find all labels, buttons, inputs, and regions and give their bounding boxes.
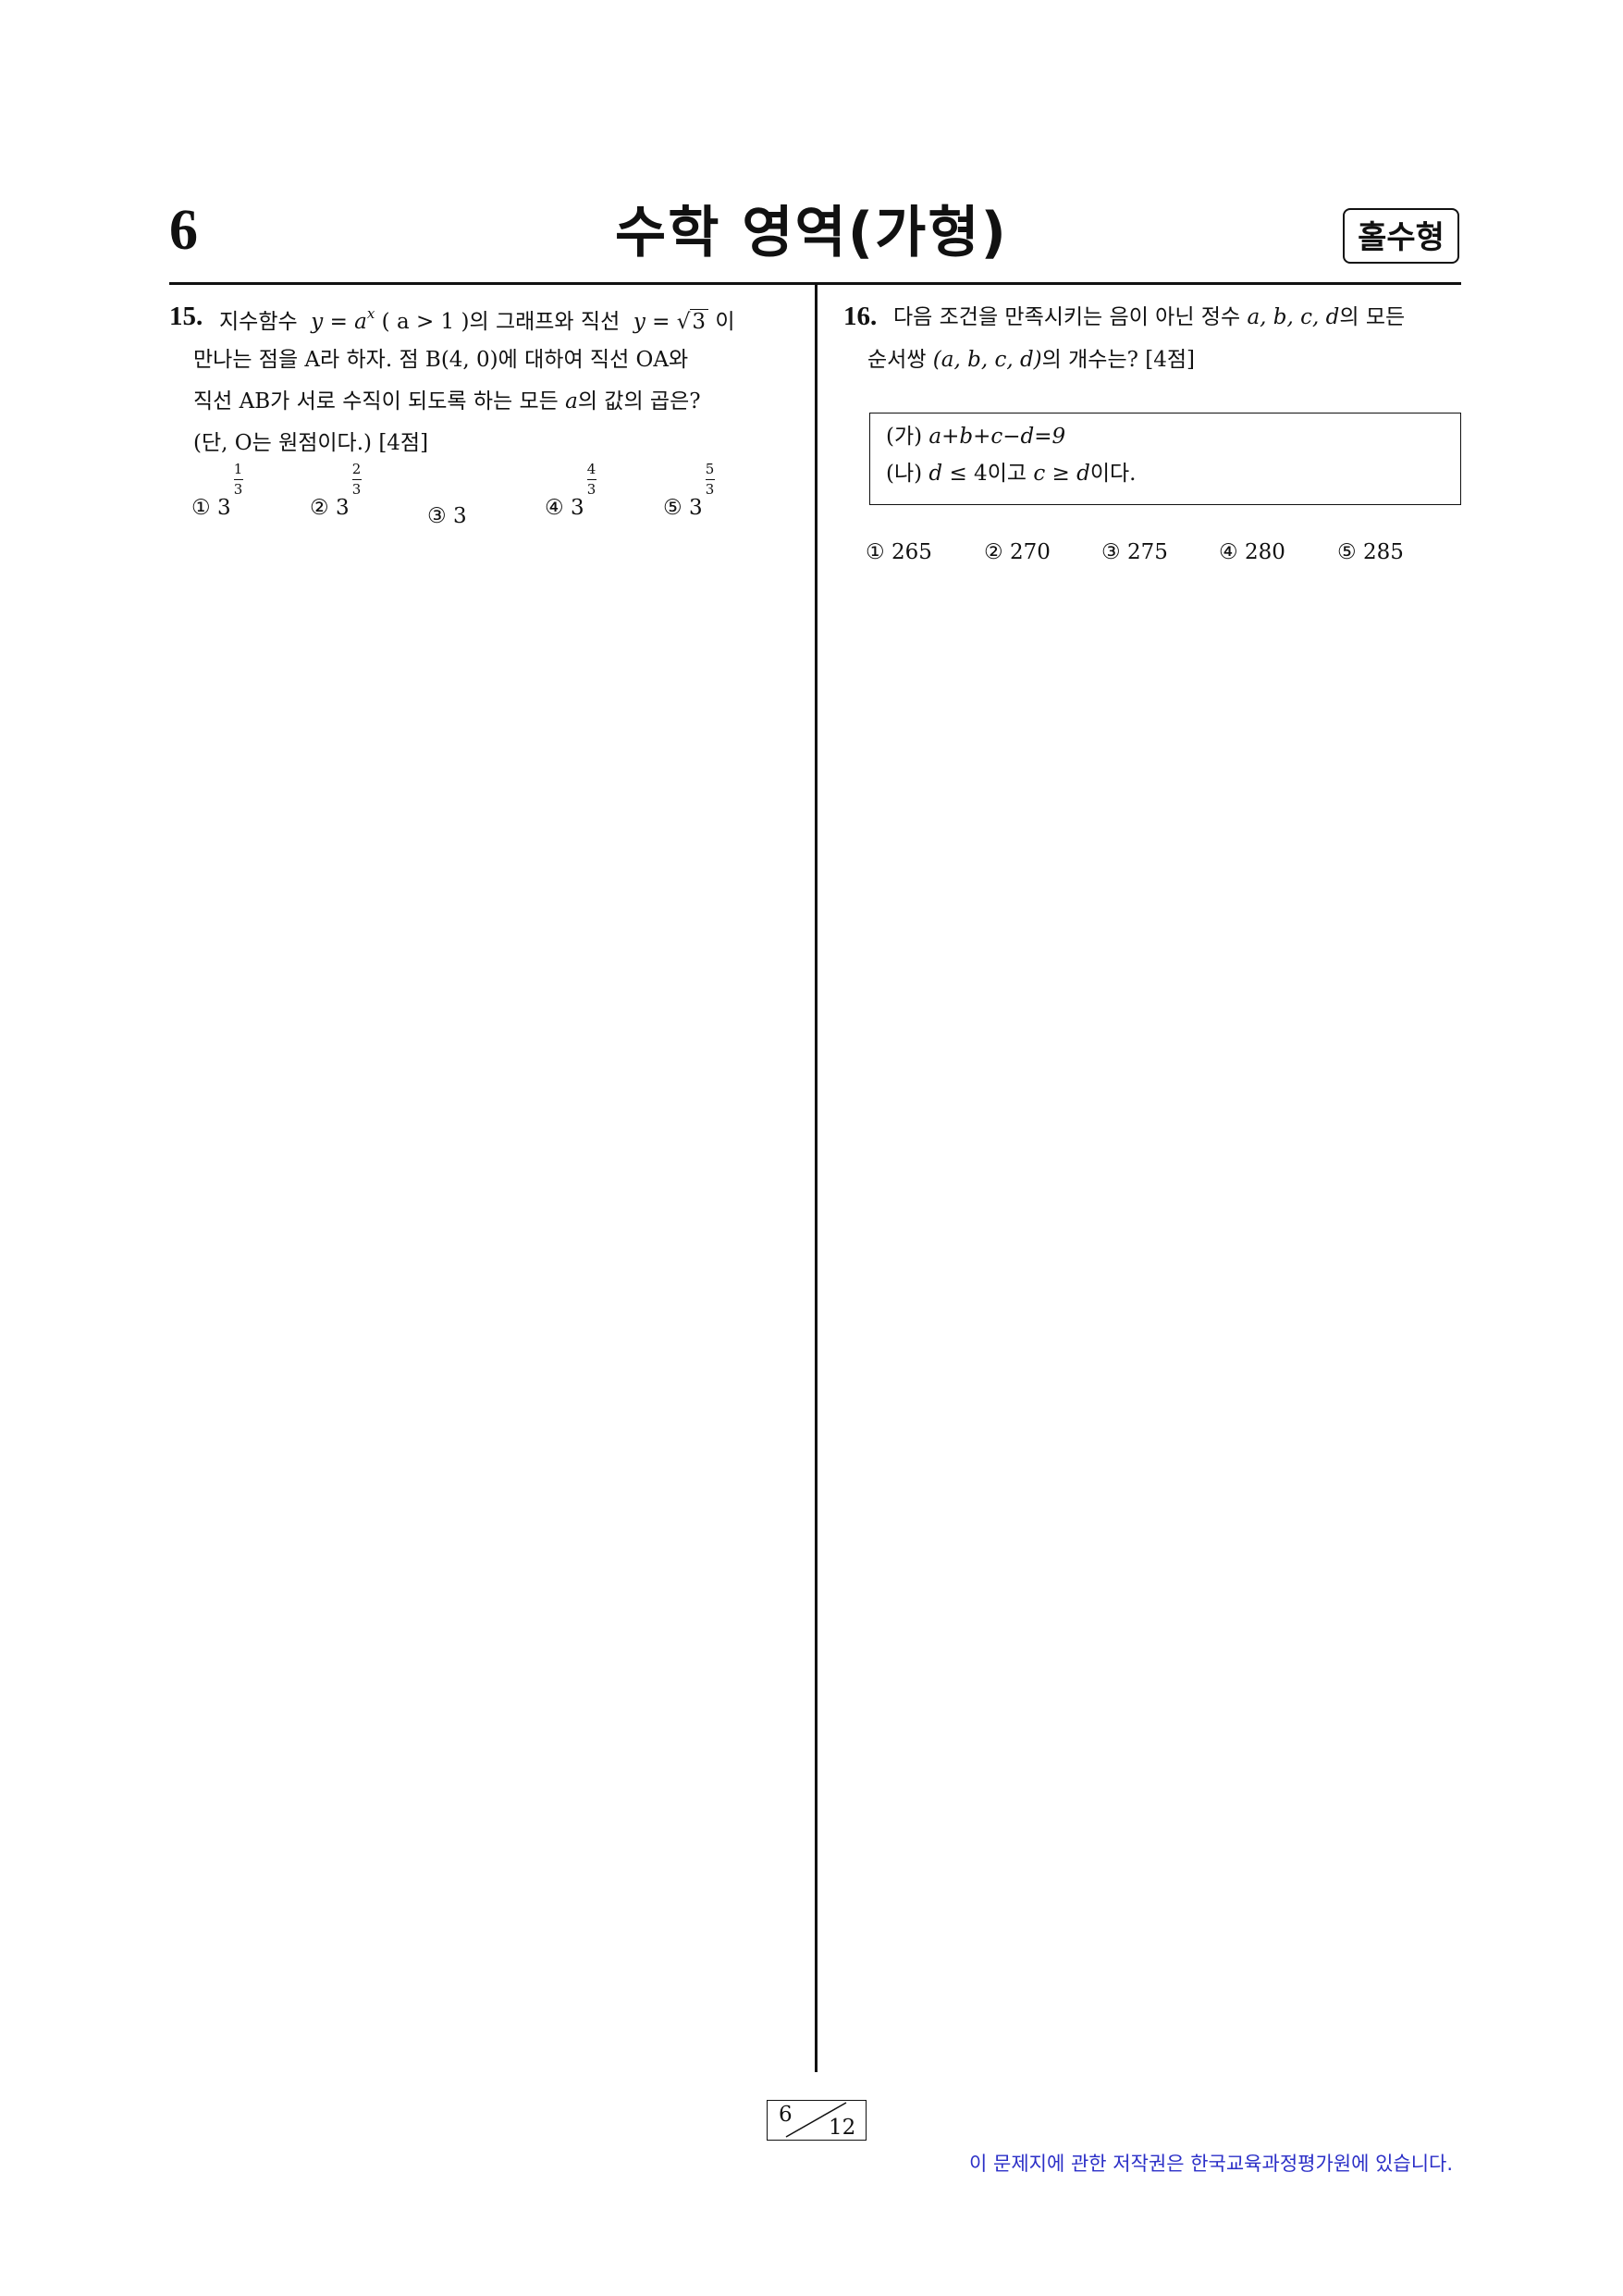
problem-line: 순서쌍 (a, b, c, d)의 개수는? [4점] [867,348,1195,372]
choice-2[interactable]: ② 270 [984,540,1051,564]
problem-number: 15. [169,302,203,331]
choice-5[interactable]: ⑤ 353 [663,463,718,520]
choice-4[interactable]: ④ 280 [1219,540,1285,564]
copyright-notice: 이 문제지에 관한 저작권은 한국교육과정평가원에 있습니다. [969,2153,1454,2175]
choice-3[interactable]: ③ 3 [427,504,467,528]
condition-b: (나) d ≤ 4이고 c ≥ d이다. [886,462,1137,486]
choice-5[interactable]: ⑤ 285 [1337,540,1404,564]
problem-line: 직선 AB가 서로 수직이 되도록 하는 모든 a의 값의 곱은? [193,389,701,414]
fraction-exponent: 43 [586,461,596,498]
choice-4[interactable]: ④ 343 [545,463,599,520]
fraction-exponent: 23 [351,461,362,498]
problem-line: 지수함수 y = ax ( a > 1 )의 그래프와 직선 y = √3 이 [219,305,735,335]
choice-1[interactable]: ① 313 [191,463,246,520]
sqrt-radicand: 3 [690,309,709,334]
problem-number: 16. [843,302,878,331]
problem-line: 만나는 점을 A라 하자. 점 B(4, 0)에 대하여 직선 OA와 [193,348,689,372]
choice-1[interactable]: ① 265 [866,540,932,564]
page-total: 12 [829,2116,856,2140]
problem-line: 다음 조건을 만족시키는 음이 아닌 정수 a, b, c, d의 모든 [893,305,1406,329]
page-current: 6 [779,2103,793,2127]
choice-2[interactable]: ② 323 [310,463,364,520]
choice-3[interactable]: ③ 275 [1101,540,1168,564]
exam-type-badge: 홀수형 [1343,208,1459,264]
condition-a: (가) a+b+c−d=9 [886,425,1066,449]
page-indicator: 6 12 [767,2100,867,2141]
column-divider [815,283,818,2072]
fraction-exponent: 53 [705,461,715,498]
problem-line: (단, O는 원점이다.) [4점] [193,431,429,455]
fraction-exponent: 13 [233,461,243,498]
